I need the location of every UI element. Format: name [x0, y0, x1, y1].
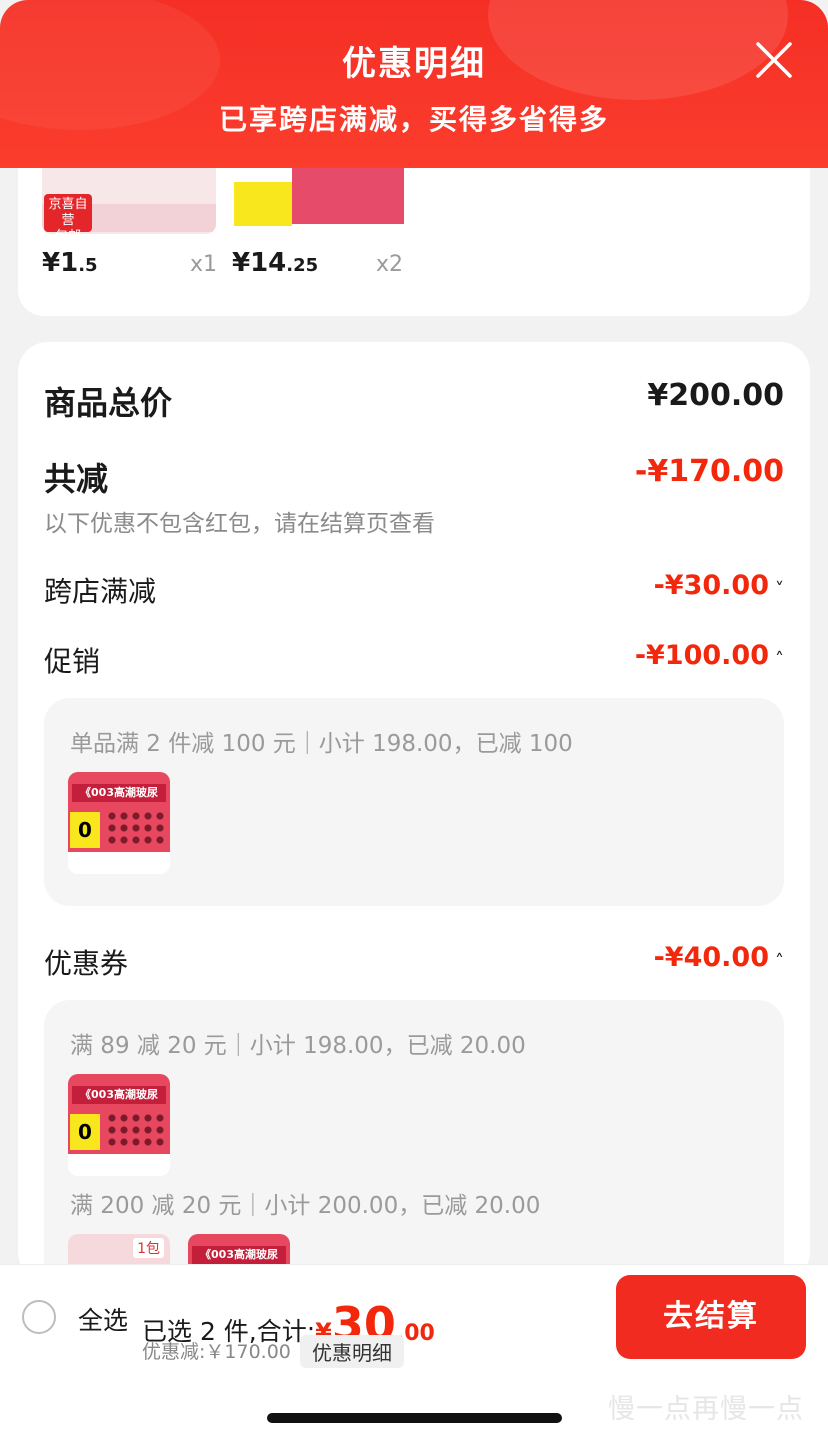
close-icon[interactable]	[754, 40, 794, 80]
thumb-pack-tag: 1包	[133, 1238, 164, 1258]
checkout-button[interactable]: 去结算	[616, 1275, 806, 1359]
promotion-rule-line: 单品满 2 件减 100 元｜小计 198.00，已减 100	[70, 731, 573, 757]
goods-total-label: 商品总价	[44, 384, 173, 422]
discount-summary-card: 商品总价 ¥200.00 共减 -¥170.00 以下优惠不包含红包，请在结算页…	[18, 342, 810, 1336]
promotion-product-thumbnail[interactable]: 《003高潮玻尿酸》 0	[68, 772, 170, 874]
thumbnail-yellow-block	[234, 182, 292, 226]
goods-total-value: ¥200.00	[647, 378, 784, 413]
price-decimal: .25	[286, 255, 319, 276]
promotion-label: 促销	[44, 645, 101, 678]
chevron-down-icon[interactable]: ˅	[775, 579, 784, 600]
thumbnail-pink-block	[292, 160, 404, 224]
watermark-text: 慢一点再慢一点	[608, 1394, 804, 1425]
coupon-detail-panel: 满 89 减 20 元｜小计 198.00，已减 20.00 《003高潮玻尿酸…	[44, 1000, 784, 1336]
home-indicator[interactable]	[267, 1413, 562, 1423]
coupon-value: -¥40.00	[653, 942, 769, 973]
coupon-label: 优惠券	[44, 947, 129, 980]
cross-store-label: 跨店满减	[44, 575, 157, 608]
thumb-banner: 《003高潮玻尿酸》	[192, 1246, 286, 1264]
checkout-bar: 全选 已选 2 件,合计:¥30.00 优惠减:￥170.00 优惠明细 去结算…	[0, 1264, 828, 1438]
page-title: 优惠明细	[342, 44, 486, 84]
thumb-banner: 《003高潮玻尿酸》	[72, 784, 166, 802]
price-main: ¥1	[42, 248, 79, 278]
jx-selfrun-badge: 京喜自营 包邮	[44, 194, 92, 234]
thumb-banner: 《003高潮玻尿酸》	[72, 1086, 166, 1104]
coupon-rule-line: 满 200 减 20 元｜小计 200.00，已减 20.00	[70, 1193, 541, 1219]
discount-detail-header: 优惠明细 已享跨店满减，买得多省得多	[0, 0, 828, 168]
discount-amount: 优惠减:￥170.00	[142, 1341, 291, 1363]
promotion-row[interactable]: -¥100.00 ˄	[635, 640, 784, 671]
coupon-row[interactable]: -¥40.00 ˄	[654, 942, 784, 973]
product-qty: x1	[190, 252, 218, 277]
discount-detail-button[interactable]: 优惠明细	[300, 1335, 404, 1368]
select-all-label[interactable]: 全选	[78, 1301, 128, 1337]
product-thumbnail-condom[interactable]	[232, 160, 406, 234]
reduce-note: 以下优惠不包含红包，请在结算页查看	[44, 511, 435, 537]
product-price: ¥1.5	[42, 248, 98, 278]
thumb-zero: 0	[70, 812, 100, 848]
cross-store-row[interactable]: -¥30.00 ˅	[654, 570, 784, 601]
product-qty: x2	[376, 252, 404, 277]
total-reduce-label: 共减	[44, 460, 109, 498]
promotion-value: -¥100.00	[634, 640, 769, 671]
page-subtitle: 已享跨店满减，买得多省得多	[218, 103, 609, 136]
select-all-checkbox[interactable]	[22, 1300, 56, 1334]
chevron-up-icon[interactable]: ˄	[775, 951, 784, 972]
thumb-zero: 0	[70, 1114, 100, 1150]
chevron-up-icon[interactable]: ˄	[775, 649, 784, 670]
coupon-product-thumbnail[interactable]: 《003高潮玻尿酸》 0	[68, 1074, 170, 1176]
thumb-pattern	[106, 1112, 166, 1150]
promotion-detail-panel: 单品满 2 件减 100 元｜小计 198.00，已减 100 《003高潮玻尿…	[44, 698, 784, 906]
price-main: ¥14	[232, 248, 287, 278]
coupon-rule-line: 满 89 减 20 元｜小计 198.00，已减 20.00	[70, 1033, 526, 1059]
thumb-pattern	[106, 810, 166, 848]
product-thumbnail-towel[interactable]: 京喜自营 包邮	[42, 160, 216, 234]
product-price: ¥14.25	[232, 248, 318, 278]
price-decimal: .5	[78, 255, 98, 276]
total-reduce-value: -¥170.00	[634, 454, 784, 489]
cross-store-value: -¥30.00	[653, 570, 769, 601]
